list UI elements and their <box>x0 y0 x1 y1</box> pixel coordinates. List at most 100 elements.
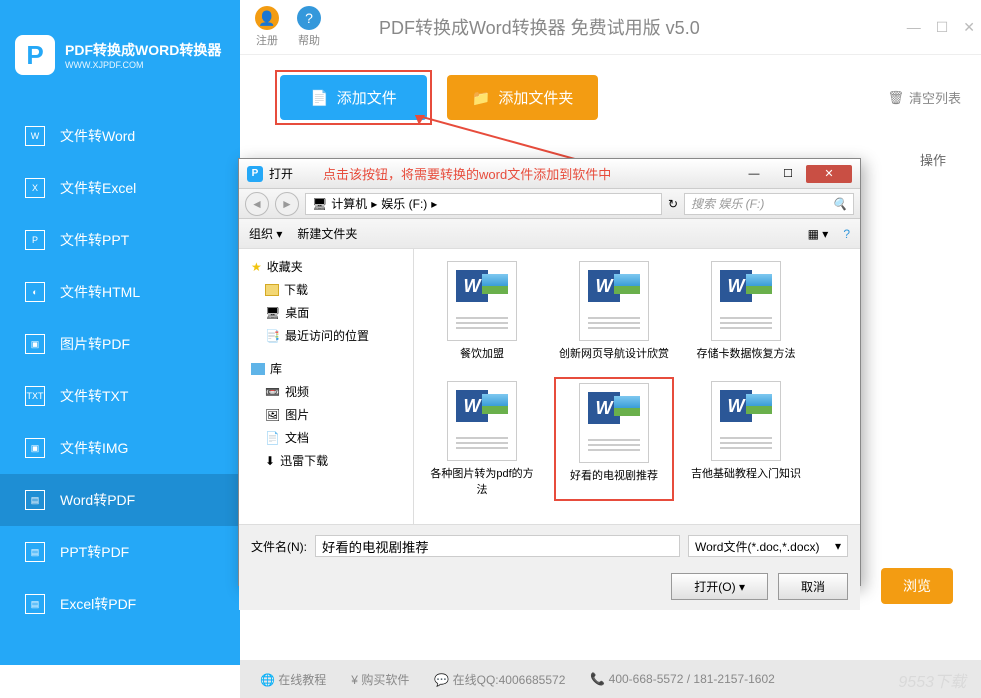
sidebar-label: 文件转Excel <box>60 178 136 198</box>
file-item[interactable]: W 吉他基础教程入门知识 <box>686 377 806 501</box>
breadcrumb[interactable]: 🖥 计算机 ▸ 娱乐 (F:) ▸ <box>305 193 662 215</box>
logo-area: P PDF转换成WORD转换器 WWW.XJPDF.COM <box>0 0 240 110</box>
tree-library[interactable]: 库 <box>247 357 405 380</box>
sidebar-label: 图片转PDF <box>60 334 130 354</box>
dialog-toolbar: 组织 ▾ 新建文件夹 ▦ ▾ ? <box>239 219 860 249</box>
open-button[interactable]: 打开(O) ▾ <box>671 573 768 600</box>
tree-docs[interactable]: 📄文档 <box>247 426 405 449</box>
dialog-tree: ★收藏夹 下载 🖥桌面 📑最近访问的位置 库 📼视频 🖼图片 📄文档 ⬇迅雷下载 <box>239 249 414 524</box>
add-file-button[interactable]: 📄 添加文件 <box>280 75 427 120</box>
sidebar-label: 文件转TXT <box>60 386 128 406</box>
sidebar-item-7[interactable]: ▤Word转PDF <box>0 474 240 526</box>
annotation-text: 点击该按钮，将需要转换的word文件添加到软件中 <box>323 164 611 183</box>
sidebar-icon: ▤ <box>25 594 45 614</box>
search-input[interactable]: 搜索 娱乐 (F:) 🔍 <box>684 193 854 215</box>
folder-icon: 📁 <box>472 89 491 107</box>
file-name: 创新网页导航设计欣赏 <box>559 345 669 361</box>
help-icon: ? <box>297 6 321 30</box>
filetype-select[interactable]: Word文件(*.doc,*.docx)▾ <box>688 535 848 557</box>
filename-input[interactable] <box>315 535 680 557</box>
docs-icon: 📄 <box>265 431 280 445</box>
sidebar-icon: P <box>25 230 45 250</box>
file-name: 吉他基础教程入门知识 <box>691 465 801 481</box>
logo-title: PDF转换成WORD转换器 <box>65 40 221 60</box>
toolbar: 📄 添加文件 📁 添加文件夹 🗑 清空列表 <box>255 55 981 140</box>
nav-forward-icon[interactable]: ► <box>275 192 299 216</box>
file-item[interactable]: W 创新网页导航设计欣赏 <box>554 257 674 365</box>
phone-info: 📞 400-668-5572 / 181-2157-1602 <box>590 672 774 686</box>
sidebar-item-0[interactable]: W 文件转Word <box>0 110 240 162</box>
sidebar-item-3[interactable]: ◐ 文件转HTML <box>0 266 240 318</box>
sidebar-label: 文件转Word <box>60 126 135 146</box>
dialog-close-icon[interactable]: ✕ <box>806 165 852 183</box>
logo-icon: P <box>15 35 55 75</box>
refresh-icon[interactable]: ↻ <box>668 197 678 211</box>
pictures-icon: 🖼 <box>265 408 280 422</box>
sidebar-icon: ◐ <box>25 282 45 302</box>
sidebar-label: PPT转PDF <box>60 542 129 562</box>
file-icon: 📄 <box>310 89 329 107</box>
column-ops: 操作 <box>920 150 946 169</box>
sidebar: W文件转WordX文件转ExcelP文件转PPT◐文件转HTML▣图片转PDFT… <box>0 110 240 665</box>
new-folder-button[interactable]: 新建文件夹 <box>297 225 357 242</box>
minimize-icon[interactable]: — <box>907 19 921 36</box>
maximize-icon[interactable]: ☐ <box>936 19 949 36</box>
library-icon <box>251 363 265 375</box>
sidebar-item-8[interactable]: ▤PPT转PDF <box>0 526 240 578</box>
tutorial-link[interactable]: 🌐 在线教程 <box>260 671 326 688</box>
register-button[interactable]: 👤 注册 <box>255 6 279 48</box>
star-icon: ★ <box>251 260 262 274</box>
file-name: 各种图片转为pdf的方法 <box>426 465 538 497</box>
file-name: 餐饮加盟 <box>460 345 504 361</box>
file-name: 好看的电视剧推荐 <box>570 467 658 483</box>
file-item[interactable]: W存储卡数据恢复方法 <box>686 257 806 365</box>
tree-desktop[interactable]: 🖥桌面 <box>247 301 405 324</box>
user-icon: 👤 <box>255 6 279 30</box>
qq-info: 💬 在线QQ:4006685572 <box>434 671 565 688</box>
sidebar-label: 文件转HTML <box>60 282 140 302</box>
tree-recent[interactable]: 📑最近访问的位置 <box>247 324 405 347</box>
doc-icon: W <box>579 261 649 341</box>
sidebar-item-4[interactable]: ▣图片转PDF <box>0 318 240 370</box>
doc-icon: W <box>711 381 781 461</box>
organize-menu[interactable]: 组织 ▾ <box>249 225 282 242</box>
close-icon[interactable]: ✕ <box>963 19 975 36</box>
logo-url: WWW.XJPDF.COM <box>65 60 221 70</box>
help-icon[interactable]: ? <box>843 227 850 241</box>
sidebar-item-5[interactable]: TXT 文件转TXT <box>0 370 240 422</box>
browse-button[interactable]: 浏览 <box>881 568 953 604</box>
sidebar-label: 文件转PPT <box>60 230 129 250</box>
sidebar-item-2[interactable]: P 文件转PPT <box>0 214 240 266</box>
view-icon[interactable]: ▦ ▾ <box>808 227 829 241</box>
dialog-nav: ◄ ► 🖥 计算机 ▸ 娱乐 (F:) ▸ ↻ 搜索 娱乐 (F:) 🔍 <box>239 189 860 219</box>
sidebar-item-9[interactable]: ▤Excel转PDF <box>0 578 240 630</box>
dialog-icon: P <box>247 166 263 182</box>
sidebar-icon: TXT <box>25 386 45 406</box>
tree-video[interactable]: 📼视频 <box>247 380 405 403</box>
add-folder-button[interactable]: 📁 添加文件夹 <box>447 75 599 120</box>
nav-back-icon[interactable]: ◄ <box>245 192 269 216</box>
trash-icon: 🗑 <box>887 90 904 106</box>
video-icon: 📼 <box>265 385 280 399</box>
tree-downloads[interactable]: 下载 <box>247 278 405 301</box>
dialog-maximize-icon[interactable]: ☐ <box>772 165 804 183</box>
file-item[interactable]: W好看的电视剧推荐 <box>554 377 674 501</box>
dialog-minimize-icon[interactable]: — <box>738 165 770 183</box>
file-name: 存储卡数据恢复方法 <box>697 345 796 361</box>
doc-icon: W <box>447 381 517 461</box>
tree-xunlei[interactable]: ⬇迅雷下载 <box>247 449 405 472</box>
help-button[interactable]: ? 帮助 <box>297 6 321 48</box>
highlight-box: 📄 添加文件 <box>275 70 432 125</box>
recent-icon: 📑 <box>265 329 280 343</box>
sidebar-icon: W <box>25 126 45 146</box>
file-item[interactable]: W餐饮加盟 <box>422 257 542 365</box>
tree-favorites[interactable]: ★收藏夹 <box>247 255 405 278</box>
sidebar-item-6[interactable]: ▣文件转IMG <box>0 422 240 474</box>
tree-pictures[interactable]: 🖼图片 <box>247 403 405 426</box>
sidebar-item-1[interactable]: X文件转Excel <box>0 162 240 214</box>
dialog-title: 打开 <box>269 165 293 182</box>
buy-link[interactable]: ¥ 购买软件 <box>351 671 409 688</box>
file-item[interactable]: W 各种图片转为pdf的方法 <box>422 377 542 501</box>
cancel-button[interactable]: 取消 <box>778 573 848 600</box>
clear-list-button[interactable]: 🗑 清空列表 <box>887 88 961 107</box>
